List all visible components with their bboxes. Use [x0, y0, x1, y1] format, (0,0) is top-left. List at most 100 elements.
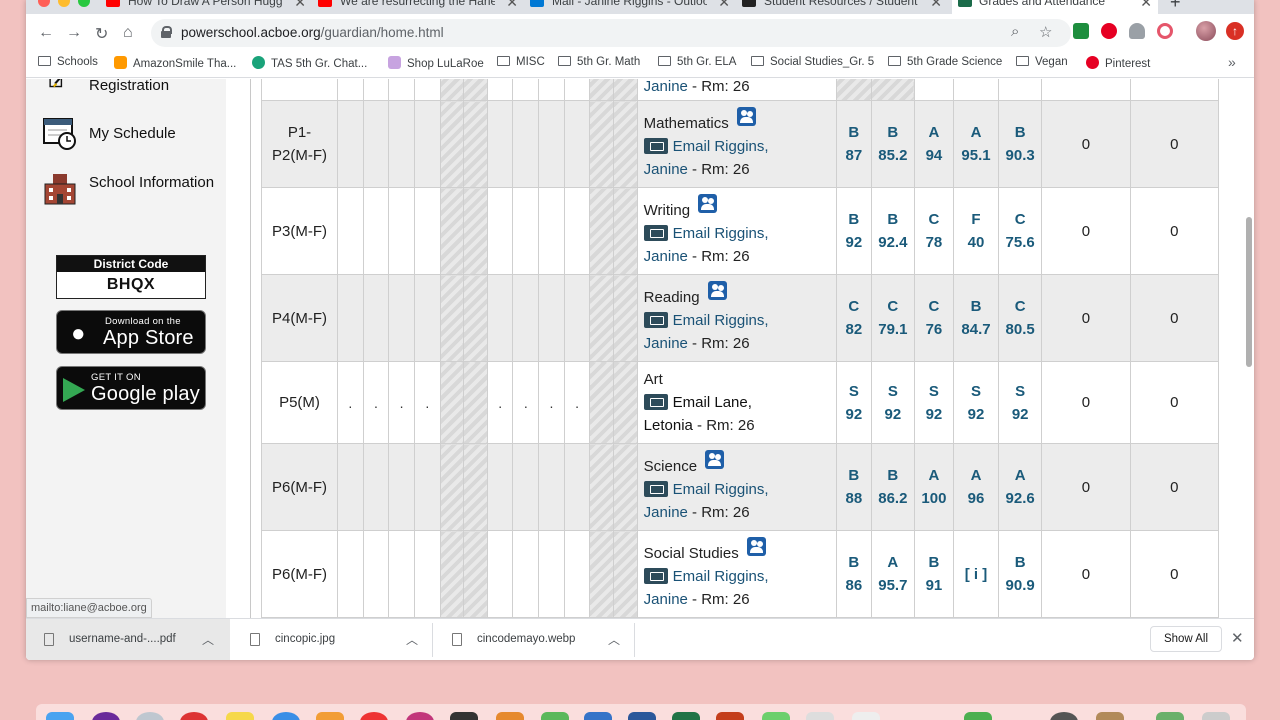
close-icon[interactable]: ✕ [1231, 629, 1244, 647]
grade-link[interactable]: S 92 [952, 361, 1000, 444]
attendance-day-cell[interactable] [538, 100, 565, 188]
attendance-day-cell[interactable]: . [413, 361, 441, 444]
address-bar[interactable]: powerschool.acboe.org/guardian/home.html… [151, 19, 1071, 47]
bookmark-item[interactable]: Schools [38, 56, 98, 68]
tardies-link[interactable]: 0 [1129, 443, 1220, 531]
grade-link[interactable]: B 92.4 [870, 187, 915, 275]
app-icon[interactable] [92, 712, 120, 720]
teacher-info-icon[interactable] [698, 194, 718, 213]
grade-link[interactable]: S 92 [835, 361, 872, 444]
bookmark-item[interactable]: 5th Gr. ELA [658, 56, 736, 68]
chevron-up-icon[interactable]: ︿ [608, 631, 620, 648]
email-icon[interactable] [643, 394, 668, 410]
absences-link[interactable]: 0 [1041, 274, 1131, 362]
bookmark-item[interactable]: Shop LuLaRoe [388, 56, 484, 70]
teacher-name[interactable]: Janine [644, 504, 688, 521]
attendance-day-cell[interactable]: . [362, 361, 390, 444]
teacher-name[interactable]: Janine [644, 335, 688, 352]
grade-link[interactable]: C 79.1 [870, 274, 915, 362]
zoom-window-button[interactable] [78, 0, 90, 7]
attendance-day-cell[interactable] [512, 187, 540, 275]
attendance-day-cell[interactable] [413, 274, 441, 362]
attendance-day-cell[interactable] [563, 443, 591, 531]
attendance-day-cell[interactable]: . [512, 361, 540, 444]
grade-link[interactable]: A 95.1 [952, 100, 1000, 188]
attendance-day-cell[interactable] [336, 100, 364, 188]
attendance-day-cell[interactable] [336, 443, 364, 531]
app-icon[interactable] [136, 712, 164, 720]
attendance-day-cell[interactable] [538, 443, 565, 531]
app-icon[interactable] [672, 712, 700, 720]
grade-link[interactable]: F 40 [952, 187, 1000, 275]
grade-link[interactable]: B 90.3 [998, 100, 1043, 188]
attendance-day-cell[interactable] [563, 187, 591, 275]
bookmark-item[interactable]: Vegan [1016, 56, 1068, 68]
attendance-day-cell[interactable] [362, 530, 390, 618]
app-icon[interactable] [584, 712, 612, 720]
finder-icon[interactable] [46, 712, 74, 720]
email-teacher-link[interactable]: Email Riggins, [673, 225, 769, 242]
app-icon[interactable] [496, 712, 524, 720]
attendance-day-cell[interactable] [563, 100, 591, 188]
attendance-day-cell[interactable] [512, 100, 540, 188]
grade-link[interactable]: C 75.6 [998, 187, 1043, 275]
bookmark-item[interactable]: 5th Gr. Math [558, 56, 640, 68]
tab-3[interactable]: Student Resources / Student W ✕ [742, 0, 954, 14]
app-icon[interactable] [1050, 712, 1078, 720]
zoom-icon[interactable]: ⌕ [1011, 23, 1019, 40]
google-play-badge[interactable]: GET IT ON Google play [56, 366, 206, 410]
download-item[interactable]: username-and-....pdf ︿ [26, 619, 230, 660]
attendance-day-cell[interactable] [563, 274, 591, 362]
scrollbar[interactable] [1244, 79, 1254, 618]
attendance-day-cell[interactable] [486, 100, 514, 188]
bookmark-item[interactable]: AmazonSmile Tha... [114, 56, 236, 70]
grade-link[interactable]: B 85.2 [870, 100, 915, 188]
email-teacher-link[interactable]: Email Lane, [673, 394, 752, 411]
grade-link[interactable]: C 76 [913, 274, 954, 362]
grade-link[interactable]: B 86 [835, 530, 872, 618]
attendance-day-cell[interactable] [388, 530, 415, 618]
attendance-day-cell[interactable] [512, 274, 540, 362]
app-icon[interactable] [180, 712, 208, 720]
app-icon[interactable] [1096, 712, 1124, 720]
grade-link[interactable]: B 90.9 [998, 530, 1043, 618]
grade-link[interactable]: B 88 [835, 443, 872, 531]
attendance-day-cell[interactable] [486, 187, 514, 275]
tab-4-active[interactable]: Grades and Attendance ✕ [952, 0, 1158, 14]
attendance-day-cell[interactable] [538, 530, 565, 618]
grade-link[interactable]: S 92 [913, 361, 954, 444]
teacher-name[interactable]: Janine [644, 248, 688, 265]
grade-link[interactable]: S 92 [998, 361, 1043, 444]
grade-link[interactable]: C 80.5 [998, 274, 1043, 362]
app-icon[interactable] [762, 712, 790, 720]
lularoe-extension-icon[interactable] [1157, 23, 1173, 39]
tab-1[interactable]: We are resurrecting the Harlem ✕ [318, 0, 530, 14]
grade-link[interactable]: S 92 [870, 361, 915, 444]
more-bookmarks-icon[interactable]: » [1228, 54, 1236, 70]
bookmark-star-icon[interactable]: ☆ [1039, 23, 1052, 41]
email-icon[interactable] [643, 568, 668, 584]
bookmark-item[interactable]: Social Studies_Gr. 5 [751, 56, 874, 68]
scrollbar-thumb[interactable] [1246, 217, 1252, 367]
app-icon[interactable] [628, 712, 656, 720]
tardies-link[interactable]: 0 [1129, 187, 1220, 275]
teacher-info-icon[interactable] [705, 450, 725, 469]
grade-link[interactable]: B 84.7 [952, 274, 1000, 362]
attendance-day-cell[interactable] [362, 187, 390, 275]
close-tab-icon[interactable]: ✕ [930, 0, 942, 11]
email-icon[interactable] [643, 225, 668, 241]
attendance-day-cell[interactable] [388, 274, 415, 362]
app-icon[interactable] [1156, 712, 1184, 720]
absences-link[interactable]: 0 [1041, 187, 1131, 275]
grade-link[interactable]: A 95.7 [870, 530, 915, 618]
grade-link[interactable]: A 100 [913, 443, 954, 531]
show-all-button[interactable]: Show All [1150, 626, 1222, 652]
app-icon[interactable] [716, 712, 744, 720]
chevron-up-icon[interactable]: ︿ [406, 631, 418, 648]
teacher-name[interactable]: Letonia [644, 417, 693, 434]
attendance-day-cell[interactable] [413, 187, 441, 275]
attendance-day-cell[interactable]: . [563, 361, 591, 444]
attendance-day-cell[interactable] [388, 187, 415, 275]
bookmark-item[interactable]: TAS 5th Gr. Chat... [252, 56, 367, 70]
attendance-day-cell[interactable] [538, 187, 565, 275]
